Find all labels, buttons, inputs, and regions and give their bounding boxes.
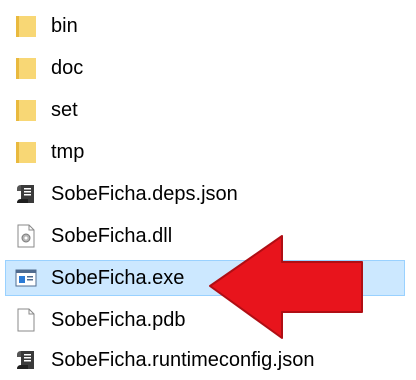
file-name: SobeFicha.runtimeconfig.json: [51, 349, 315, 371]
file-item-deps-json[interactable]: SobeFicha.deps.json: [15, 176, 375, 212]
folder-icon: [15, 97, 37, 123]
file-name: tmp: [51, 141, 85, 163]
file-name: set: [51, 99, 78, 121]
file-name: bin: [51, 15, 78, 37]
file-item-doc[interactable]: doc: [15, 50, 375, 86]
file-name: SobeFicha.deps.json: [51, 183, 238, 205]
file-name: SobeFicha.exe: [51, 267, 185, 289]
folder-icon: [15, 139, 37, 165]
red-arrow-icon: [209, 235, 363, 339]
file-item-bin[interactable]: bin: [15, 8, 375, 44]
file-item-tmp[interactable]: tmp: [15, 134, 375, 170]
file-name: SobeFicha.dll: [51, 225, 173, 247]
json-file-icon: [15, 347, 37, 373]
folder-icon: [15, 55, 37, 81]
file-item-runtimeconfig-json[interactable]: SobeFicha.runtimeconfig.json: [15, 342, 375, 378]
folder-icon: [15, 13, 37, 39]
file-item-set[interactable]: set: [15, 92, 375, 128]
file-name: SobeFicha.pdb: [51, 309, 186, 331]
file-name: doc: [51, 57, 84, 79]
exe-file-icon: [15, 265, 37, 291]
blank-file-icon: [15, 307, 37, 333]
dll-file-icon: [15, 223, 37, 249]
json-file-icon: [15, 181, 37, 207]
